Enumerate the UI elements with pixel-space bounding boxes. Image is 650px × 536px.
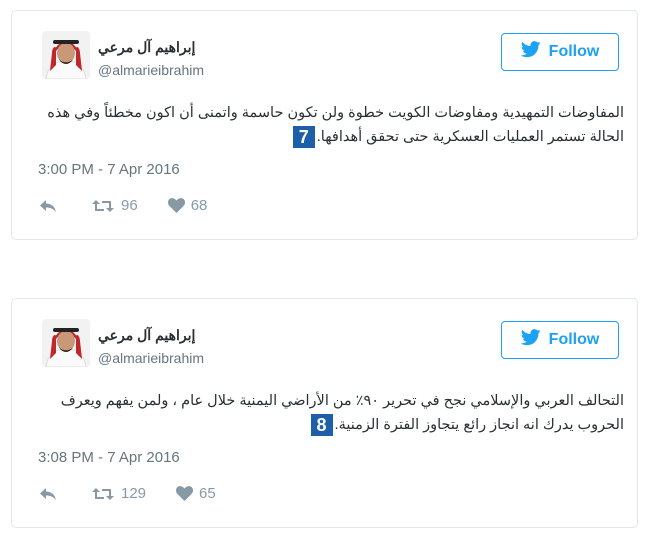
- retweet-count: 96: [121, 197, 138, 214]
- retweet-button[interactable]: 129: [91, 485, 146, 502]
- avatar[interactable]: [42, 31, 90, 79]
- number-badge: 8: [310, 414, 333, 437]
- reply-icon: [39, 199, 58, 213]
- tweet-card: إبراهيم آل مرعي @almarieibrahim Follow ا…: [11, 10, 638, 240]
- number-badge: 7: [292, 126, 315, 149]
- tweet-actions: 96 68: [39, 197, 207, 214]
- twitter-bird-icon: [520, 41, 541, 63]
- tweet-timestamp[interactable]: 3:08 PM - 7 Apr 2016: [38, 449, 180, 466]
- heart-icon: [167, 198, 185, 213]
- heart-icon: [176, 486, 194, 501]
- reply-button[interactable]: [39, 487, 58, 501]
- follow-button[interactable]: Follow: [501, 33, 619, 71]
- author-handle[interactable]: @almarieibrahim: [98, 350, 204, 366]
- reply-button[interactable]: [39, 199, 58, 213]
- like-count: 65: [199, 485, 216, 502]
- like-button[interactable]: 65: [176, 485, 216, 502]
- follow-label: Follow: [548, 331, 600, 348]
- avatar[interactable]: [42, 319, 90, 367]
- reply-icon: [39, 487, 58, 501]
- retweet-icon: [91, 198, 115, 214]
- tweet-text-body: المفاوضات التمهيدية ومفاوضات الكويت خطوة…: [47, 105, 624, 145]
- retweet-count: 129: [121, 485, 147, 502]
- like-count: 68: [190, 197, 208, 214]
- twitter-bird-icon: [520, 329, 541, 351]
- author-handle[interactable]: @almarieibrahim: [98, 62, 204, 78]
- retweet-button[interactable]: 96: [91, 197, 138, 214]
- follow-label: Follow: [548, 43, 600, 60]
- author-name[interactable]: إبراهيم آل مرعي: [98, 39, 195, 56]
- like-button[interactable]: 68: [167, 197, 208, 214]
- tweet-text-body: التحالف العربي والإسلامي نجح في تحرير ٩٠…: [60, 393, 624, 433]
- tweet-card: إبراهيم آل مرعي @almarieibrahim Follow ا…: [11, 298, 638, 528]
- follow-button[interactable]: Follow: [501, 321, 619, 359]
- author-name[interactable]: إبراهيم آل مرعي: [98, 327, 195, 344]
- tweet-text: التحالف العربي والإسلامي نجح في تحرير ٩٠…: [36, 389, 624, 437]
- tweet-actions: 129 65: [39, 485, 216, 502]
- tweet-text: المفاوضات التمهيدية ومفاوضات الكويت خطوة…: [36, 101, 624, 149]
- tweet-timestamp[interactable]: 3:00 PM - 7 Apr 2016: [38, 161, 180, 178]
- retweet-icon: [91, 486, 115, 502]
